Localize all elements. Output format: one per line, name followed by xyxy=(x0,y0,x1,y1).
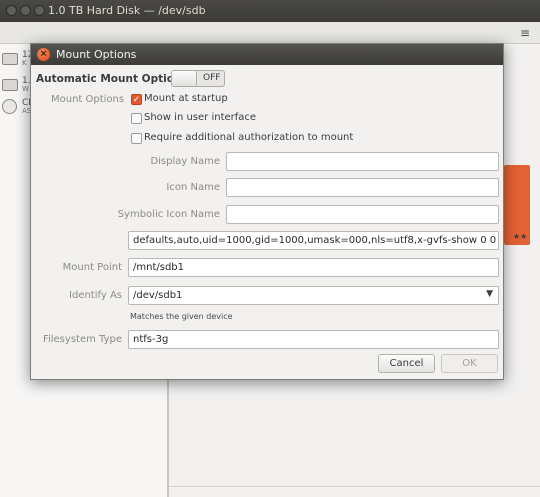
optical-disc-icon xyxy=(2,99,17,114)
icon-name-label: Icon Name xyxy=(166,182,220,193)
hamburger-menu-icon[interactable]: ≡ xyxy=(520,26,530,40)
window-toolbar: ≡ xyxy=(0,22,540,44)
sidebar-device-3[interactable]: CD AS xyxy=(2,98,35,118)
mount-at-startup-checkbox[interactable]: ✓ xyxy=(131,94,142,105)
identify-as-hint: Matches the given device xyxy=(130,312,233,321)
identify-as-combo[interactable]: /dev/sdb1 ▼ xyxy=(128,286,499,305)
hard-disk-icon xyxy=(2,79,18,91)
device-sublabel: K xyxy=(22,59,27,67)
mount-options-field[interactable]: defaults,auto,uid=1000,gid=1000,umask=00… xyxy=(128,231,499,250)
device-sublabel: W xyxy=(22,85,29,93)
filesystem-type-field[interactable]: ntfs-3g xyxy=(128,330,499,349)
sidebar-device-1[interactable]: 12 K xyxy=(2,50,33,70)
dialog-title: Mount Options xyxy=(56,48,137,61)
window-minimize-button[interactable] xyxy=(20,5,31,16)
hard-disk-icon xyxy=(2,53,18,65)
icon-name-field[interactable] xyxy=(226,178,499,197)
sidebar-device-2[interactable]: 1. W xyxy=(2,76,32,96)
switch-knob xyxy=(172,71,197,86)
display-name-label: Display Name xyxy=(150,156,220,167)
require-authorization-checkbox[interactable] xyxy=(131,133,142,144)
close-icon[interactable]: × xyxy=(37,48,50,61)
show-in-ui-label[interactable]: Show in user interface xyxy=(144,112,256,123)
window-title: 1.0 TB Hard Disk — /dev/sdb xyxy=(48,4,206,17)
show-in-ui-checkbox[interactable] xyxy=(131,113,142,124)
automatic-mount-switch[interactable]: OFF xyxy=(171,70,225,87)
identify-as-label: Identify As xyxy=(69,290,122,301)
dropdown-arrow-icon: ▼ xyxy=(486,289,493,299)
filesystem-type-label: Filesystem Type xyxy=(42,334,122,345)
switch-state: OFF xyxy=(203,73,221,83)
window-titlebar: 1.0 TB Hard Disk — /dev/sdb xyxy=(0,0,540,22)
mount-at-startup-label[interactable]: Mount at startup xyxy=(144,93,228,104)
window-maximize-button[interactable] xyxy=(34,5,45,16)
window-close-button[interactable] xyxy=(6,5,17,16)
divider xyxy=(168,380,169,497)
display-name-field[interactable] xyxy=(226,152,499,171)
identify-as-value: /dev/sdb1 xyxy=(133,290,183,301)
dialog-titlebar: × Mount Options xyxy=(31,44,503,65)
symbolic-icon-name-label: Symbolic Icon Name xyxy=(117,209,220,220)
mount-point-label: Mount Point xyxy=(62,262,122,273)
symbolic-icon-name-field[interactable] xyxy=(226,205,499,224)
mount-options-label: Mount Options xyxy=(51,94,125,105)
ok-button[interactable]: OK xyxy=(441,354,498,373)
automatic-mount-options-label: Automatic Mount Options xyxy=(36,73,188,85)
mount-options-dialog: × Mount Options Automatic Mount Options … xyxy=(30,43,504,380)
require-authorization-label[interactable]: Require additional authorization to moun… xyxy=(144,132,353,143)
partition-stars: ★★ xyxy=(513,232,528,241)
mount-point-field[interactable]: /mnt/sdb1 xyxy=(128,258,499,277)
cancel-button[interactable]: Cancel xyxy=(378,354,435,373)
divider xyxy=(169,486,540,487)
